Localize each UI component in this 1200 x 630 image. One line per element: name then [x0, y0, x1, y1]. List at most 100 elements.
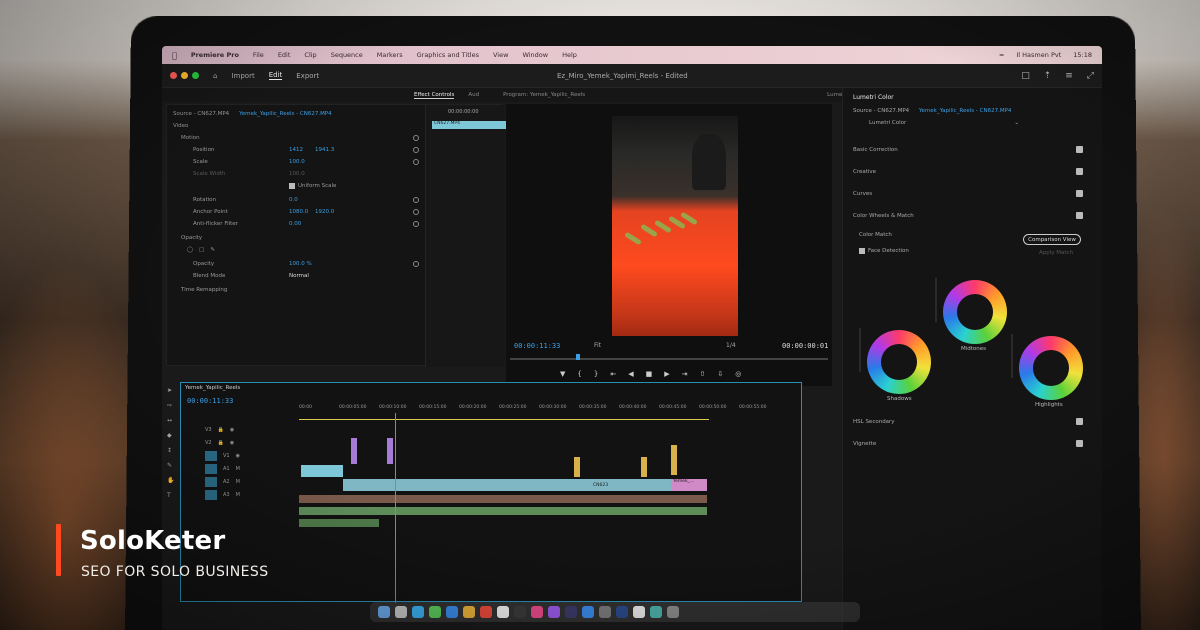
menubar-clock[interactable]: 15:18 [1073, 51, 1092, 59]
fx-scale-width-value[interactable]: 100.0 [289, 171, 305, 177]
track-header-v3[interactable]: V3 🔒 ◉ [187, 423, 297, 436]
fx-row-time-remap[interactable]: Time Remapping [181, 285, 227, 295]
fx-blend-value[interactable]: Normal [289, 273, 309, 279]
slip-tool-icon[interactable]: ↕ [167, 447, 174, 454]
section-checkbox[interactable] [1076, 190, 1083, 197]
timeline-playhead[interactable] [395, 413, 396, 603]
menu-clip[interactable]: Clip [304, 51, 316, 59]
pen-mask-icon[interactable]: ✎ [210, 247, 215, 253]
fx-clip-bar[interactable]: CN627.MP4 [432, 121, 506, 129]
facetime-icon[interactable] [514, 606, 526, 618]
selection-tool-icon[interactable]: ➤ [167, 387, 174, 394]
track-target[interactable] [205, 463, 217, 474]
podcasts-icon[interactable] [548, 606, 560, 618]
fx-row-scale[interactable]: Scale 100.0 [193, 157, 413, 167]
menu-app-name[interactable]: Premiere Pro [191, 51, 239, 59]
fx-anchor-x[interactable]: 1080.0 [289, 209, 315, 215]
work-area-bar[interactable] [299, 419, 709, 420]
apply-match-button[interactable]: Apply Match [1039, 250, 1073, 256]
launchpad-icon[interactable] [395, 606, 407, 618]
eye-icon[interactable]: ◉ [236, 453, 240, 459]
section-color-wheels[interactable]: Color Wheels & Match [853, 212, 1083, 219]
finder-icon[interactable] [378, 606, 390, 618]
lumetri-sequence[interactable]: Yemek_Yapilic_Reels - CN627.MP4 [919, 108, 1012, 114]
video-clip[interactable] [574, 457, 580, 477]
music-icon[interactable] [531, 606, 543, 618]
share-icon[interactable]: □ [1021, 71, 1030, 81]
video-clip[interactable] [301, 465, 343, 477]
lift-icon[interactable]: ⇧ [699, 370, 705, 378]
timeline-timecode[interactable]: 00:00:11:33 [187, 397, 233, 405]
reset-icon[interactable] [413, 147, 419, 153]
menu-graphics[interactable]: Graphics and Titles [417, 51, 479, 59]
fx-rotation-value[interactable]: 0.0 [289, 197, 298, 203]
fx-scale-value[interactable]: 100.0 [289, 159, 305, 165]
messages-icon[interactable] [429, 606, 441, 618]
midtones-slider[interactable] [935, 278, 937, 322]
safari-icon[interactable] [412, 606, 424, 618]
camera-icon[interactable]: ◎ [735, 370, 741, 378]
menu-window[interactable]: Window [522, 51, 548, 59]
program-timecode[interactable]: 00:00:11:33 [514, 342, 560, 350]
fullscreen-icon[interactable]: ⤢ [1087, 71, 1094, 81]
fx-row-antiflicker[interactable]: Anti-flicker Filter 0.00 [193, 219, 413, 229]
hand-tool-icon[interactable]: ✋ [167, 477, 174, 484]
shadows-wheel[interactable] [867, 330, 931, 394]
go-to-out-icon[interactable]: ⇥ [682, 370, 688, 378]
lumetri-source[interactable]: Source - CN627.MP4 [853, 108, 909, 114]
minimize-window-button[interactable] [181, 72, 188, 79]
chrome-icon[interactable] [633, 606, 645, 618]
marker-icon[interactable]: ▼ [560, 370, 565, 378]
section-vignette[interactable]: Vignette [853, 440, 1083, 447]
track-target[interactable] [205, 450, 217, 461]
pen-tool-icon[interactable]: ✎ [167, 462, 174, 469]
section-checkbox[interactable] [1076, 146, 1083, 153]
fx-keyframe-track[interactable]: 00:00:00:00 CN627.MP4 [425, 105, 506, 367]
zoom-select[interactable]: Fit [594, 342, 601, 349]
fx-row-blend[interactable]: Blend Mode Normal [193, 271, 413, 281]
mute-icon[interactable]: M [236, 479, 240, 485]
sequence-tab[interactable]: Yemek_Yapilic_Reels [185, 385, 240, 391]
menu-file[interactable]: File [253, 51, 264, 59]
section-curves[interactable]: Curves [853, 190, 1083, 197]
reset-icon[interactable] [413, 221, 419, 227]
highlights-wheel[interactable] [1019, 336, 1083, 400]
menu-view[interactable]: View [493, 51, 508, 59]
mail-icon[interactable] [446, 606, 458, 618]
fx-row-position[interactable]: Position 1412 1941.3 [193, 145, 413, 155]
face-detection-row[interactable]: Face Detection [859, 248, 979, 254]
mark-in-icon[interactable]: { [577, 370, 581, 378]
type-tool-icon[interactable]: T [167, 492, 174, 499]
eye-icon[interactable]: ◉ [230, 440, 234, 446]
reset-icon[interactable] [413, 197, 419, 203]
video-clip[interactable]: CN623 [343, 479, 703, 491]
fx-opacity-header[interactable]: Opacity [181, 233, 202, 243]
reset-icon[interactable] [413, 261, 419, 267]
section-basic-correction[interactable]: Basic Correction [853, 146, 1083, 153]
tab-edit[interactable]: Edit [268, 71, 283, 80]
rectangle-mask-icon[interactable]: □ [199, 247, 204, 253]
home-icon[interactable]: ⌂ [213, 72, 217, 80]
ripple-edit-icon[interactable]: ↔ [167, 417, 174, 424]
menu-help[interactable]: Help [562, 51, 577, 59]
track-target[interactable] [205, 476, 217, 487]
fx-row-anchor[interactable]: Anchor Point 1080.0 1920.0 [193, 207, 413, 217]
menubar-user[interactable]: Il Hasmen Pvt [1016, 51, 1061, 59]
menu-sequence[interactable]: Sequence [331, 51, 363, 59]
app-store-icon[interactable] [582, 606, 594, 618]
midtones-wheel[interactable] [943, 280, 1007, 344]
time-ruler[interactable]: 00:00 00:00:05:00 00:00:10:00 00:00:15:0… [299, 405, 799, 413]
face-detection-checkbox[interactable] [859, 248, 865, 254]
menu-markers[interactable]: Markers [377, 51, 403, 59]
program-scrub-bar[interactable] [510, 358, 828, 360]
chevron-down-icon[interactable]: ⌄ [1014, 120, 1019, 126]
calendar-icon[interactable] [480, 606, 492, 618]
tv-icon[interactable] [565, 606, 577, 618]
quick-export-icon[interactable]: ⇡ [1044, 71, 1052, 81]
highlights-slider[interactable] [1011, 334, 1013, 378]
fx-row-scale-width[interactable]: Scale Width 100.0 [193, 169, 413, 179]
lumetri-preset-row[interactable]: Lumetri Color ⌄ [869, 120, 1019, 126]
stop-icon[interactable]: ■ [646, 370, 653, 378]
section-creative[interactable]: Creative [853, 168, 1083, 175]
track-target[interactable] [205, 489, 217, 500]
